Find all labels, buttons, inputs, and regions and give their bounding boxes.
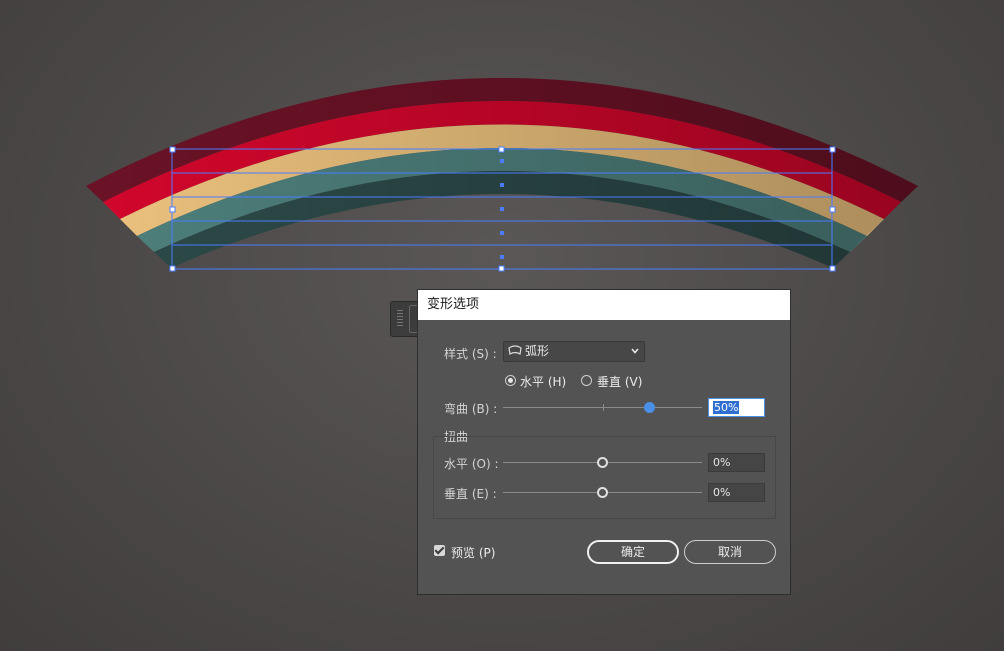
style-select[interactable]: 弧形 [503, 341, 645, 362]
style-label: 样式 (S) : [444, 347, 497, 361]
bend-slider-center-tick [603, 404, 604, 411]
chevron-down-icon [631, 348, 639, 354]
bend-value-input[interactable]: 50% [708, 398, 765, 417]
vertical-distortion-thumb[interactable] [597, 487, 608, 498]
bend-label: 弯曲 (B) : [444, 402, 498, 416]
horizontal-distortion-thumb[interactable] [597, 457, 608, 468]
radio-vertical[interactable] [581, 375, 592, 386]
bend-value-text: 50% [713, 401, 740, 414]
preview-checkbox[interactable] [434, 545, 445, 556]
panel-grip-icon[interactable] [397, 310, 403, 328]
ok-button[interactable]: 确定 [587, 540, 679, 564]
warp-options-dialog: 变形选项 样式 (S) : 弧形 水平 (H) 垂直 (V) 弯曲 (B) : … [417, 289, 791, 595]
radio-horizontal-label[interactable]: 水平 (H) [520, 373, 566, 390]
horizontal-distortion-input[interactable]: 0% [708, 453, 765, 472]
vertical-distortion-label: 垂直 (E) : [444, 487, 497, 501]
cancel-button[interactable]: 取消 [684, 540, 776, 564]
bend-slider-thumb[interactable] [644, 402, 655, 413]
dialog-title: 变形选项 [418, 290, 790, 320]
horizontal-distortion-label: 水平 (O) : [444, 457, 499, 471]
style-value: 弧形 [525, 344, 550, 358]
arc-style-icon [508, 345, 522, 355]
radio-vertical-label[interactable]: 垂直 (V) [597, 373, 642, 390]
distortion-group [433, 436, 776, 519]
vertical-distortion-input[interactable]: 0% [708, 483, 765, 502]
radio-horizontal[interactable] [505, 375, 516, 386]
preview-label[interactable]: 预览 (P) [451, 544, 495, 561]
